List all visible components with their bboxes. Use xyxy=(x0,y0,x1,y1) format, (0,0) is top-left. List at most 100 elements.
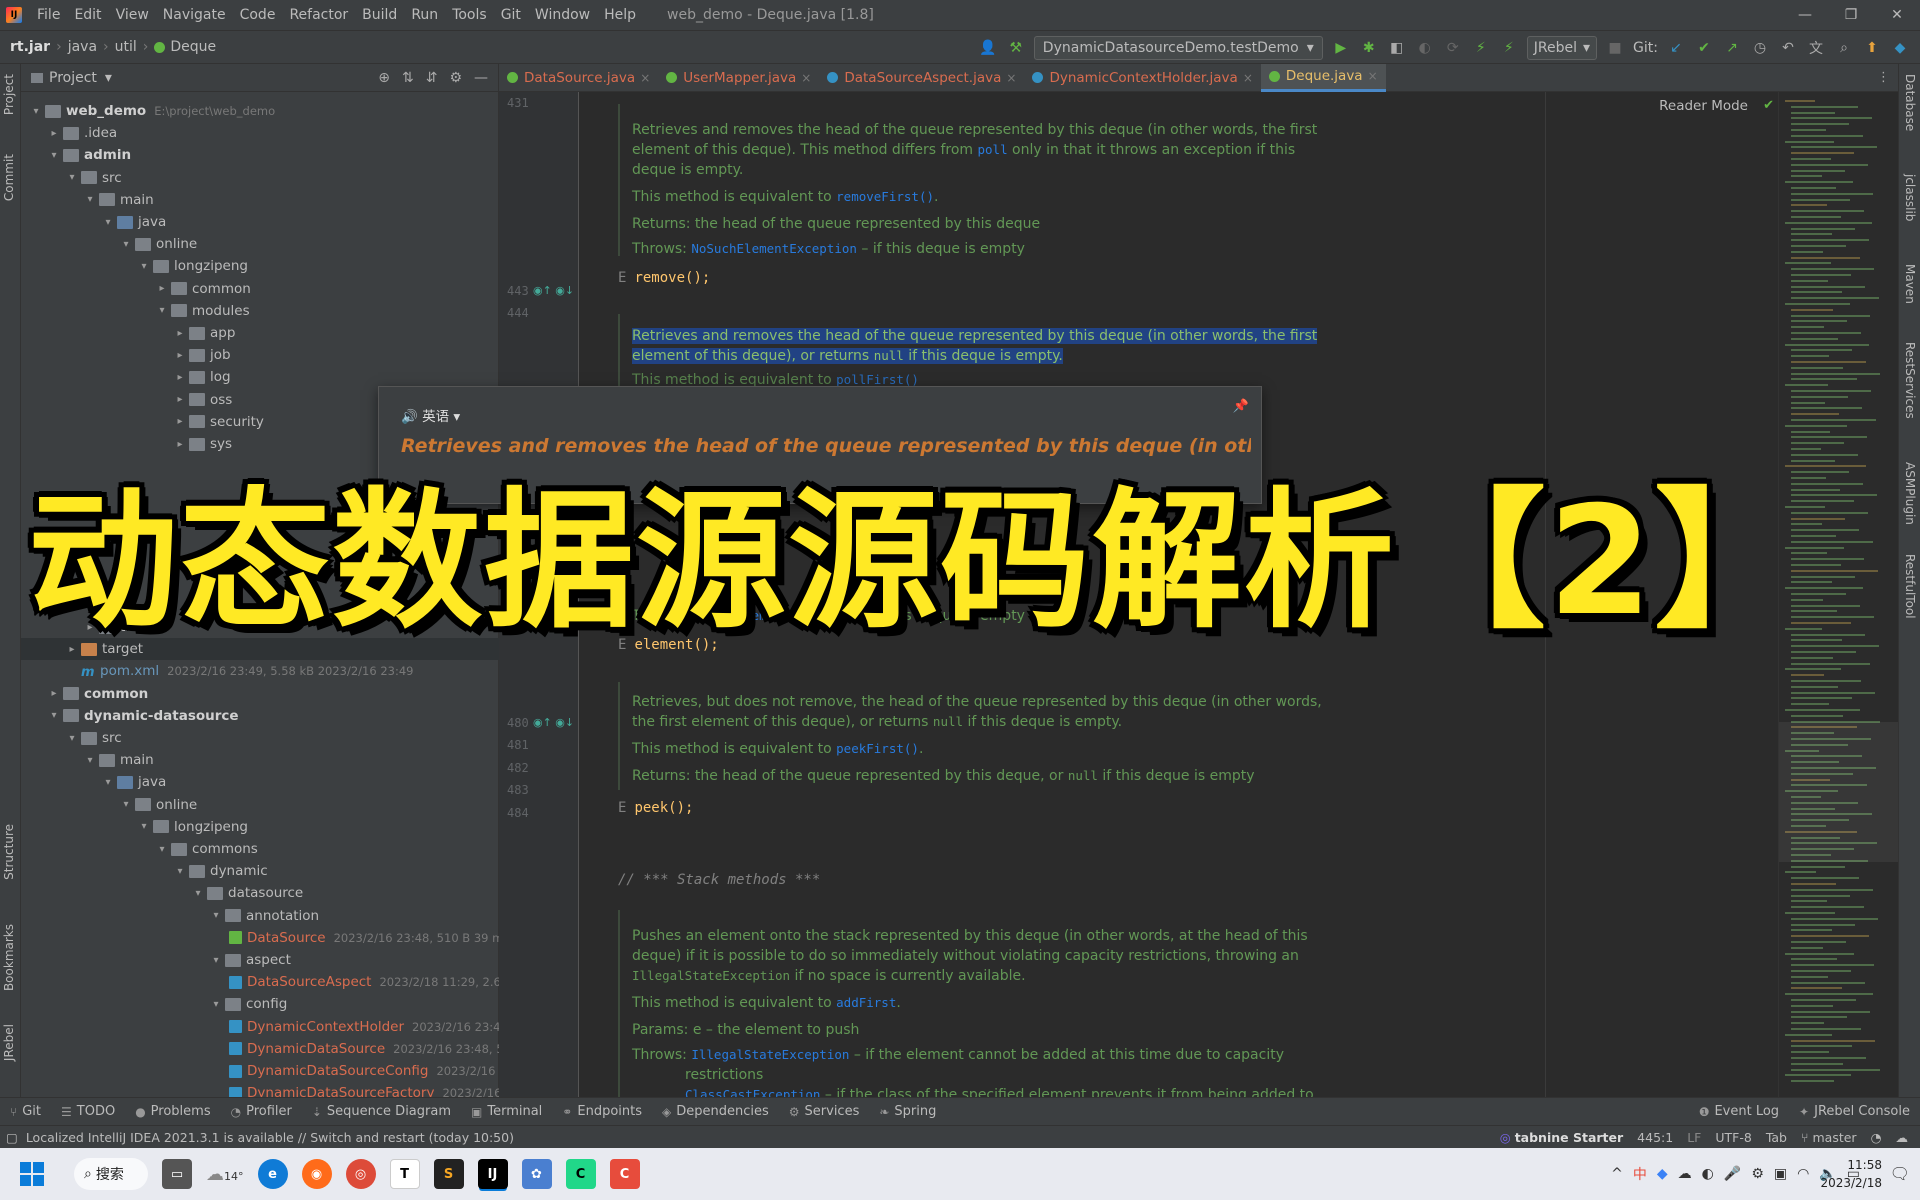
chevron-down-icon[interactable]: ▾ xyxy=(209,999,223,1010)
project-panel-title[interactable]: Project xyxy=(49,70,97,86)
tree-node[interactable]: m pom.xml 2023/2/16 23:49, 5.58 kB 2023/2/… xyxy=(21,660,499,682)
stop-icon[interactable]: ■ xyxy=(1605,38,1625,58)
update-icon[interactable]: ⬆ xyxy=(1862,38,1882,58)
search-icon[interactable]: ⌕ xyxy=(1834,38,1854,58)
close-icon[interactable]: ✕ xyxy=(1874,0,1920,31)
doc-link[interactable]: IllegalStateException xyxy=(691,1047,849,1062)
chevron-down-icon[interactable]: ▾ xyxy=(137,821,151,832)
chevron-down-icon[interactable]: ▾ xyxy=(47,150,61,161)
tree-node[interactable]: ▾ main xyxy=(21,189,499,211)
intellij-logo-icon[interactable]: IJ xyxy=(6,7,22,23)
tree-node[interactable]: ▾ java xyxy=(21,771,499,793)
tool-tab-event-log[interactable]: ❶ Event Log xyxy=(1689,1104,1789,1119)
tool-tab-services[interactable]: ⚙ Services xyxy=(779,1104,870,1119)
method-name[interactable]: remove(); xyxy=(634,270,710,286)
tree-node[interactable]: ▾ online xyxy=(21,233,499,255)
chevron-right-icon[interactable]: ▸ xyxy=(173,350,187,361)
tree-node[interactable]: DynamicDataSourceConfig 2023/2/16 23:5 xyxy=(21,1060,499,1082)
tool-tab-bookmarks[interactable]: Bookmarks xyxy=(2,924,16,991)
chevron-down-icon[interactable]: ▾ xyxy=(101,777,115,788)
tree-node[interactable]: ▾ annotation xyxy=(21,905,499,927)
editor-tab[interactable]: Deque.java × xyxy=(1260,63,1386,92)
git-push-icon[interactable]: ↗ xyxy=(1722,38,1742,58)
tree-node[interactable]: ▾ dynamic xyxy=(21,860,499,882)
doc-link[interactable]: peekFirst() xyxy=(836,741,919,756)
tree-node[interactable]: ▾ java xyxy=(21,211,499,233)
wifi-icon[interactable]: ◠ xyxy=(1797,1166,1809,1182)
tool-tab-problems[interactable]: ● Problems xyxy=(125,1104,220,1119)
tool-tab-project[interactable]: Project xyxy=(2,74,16,115)
breadcrumb-item-deque[interactable]: Deque xyxy=(170,39,216,55)
tray-app-icon[interactable]: ▣ xyxy=(1774,1166,1787,1182)
jrebel-debug-icon[interactable]: ⚡ xyxy=(1499,38,1519,58)
breadcrumb-item-jar[interactable]: rt.jar xyxy=(10,39,50,55)
restore-icon[interactable]: ❐ xyxy=(1828,0,1874,31)
sublime-icon[interactable]: S xyxy=(433,1159,464,1189)
tool-tab-git[interactable]: ⑂ Git xyxy=(0,1104,51,1119)
git-update-icon[interactable]: ↙ xyxy=(1666,38,1686,58)
taskbar-search[interactable]: ⌕ 搜索 xyxy=(74,1158,148,1190)
menu-tools[interactable]: Tools xyxy=(445,0,494,31)
taskbar-clock[interactable]: 11:58 2023/2/18 xyxy=(1820,1156,1882,1192)
tree-node[interactable]: ▾ config xyxy=(21,993,499,1015)
speaker-icon[interactable]: 🔊 xyxy=(401,409,418,425)
memory-indicator-icon[interactable]: ◔ xyxy=(1871,1130,1882,1145)
status-toggle-icon[interactable]: ▢ xyxy=(0,1130,18,1145)
pin-icon[interactable]: 📌 xyxy=(1233,399,1249,414)
chevron-down-icon[interactable]: ▾ xyxy=(83,194,97,205)
file-encoding[interactable]: UTF-8 xyxy=(1715,1130,1751,1145)
doc-link[interactable]: removeFirst() xyxy=(836,189,934,204)
chevron-down-icon[interactable]: ▾ xyxy=(209,910,223,921)
notification-center-icon[interactable]: 🗨 xyxy=(1890,1164,1910,1183)
tree-node[interactable]: ▾ datasource xyxy=(21,882,499,904)
chevron-down-icon[interactable]: ▾ xyxy=(155,844,169,855)
chevron-right-icon[interactable]: ▸ xyxy=(155,283,169,294)
tool-tab-jrebel[interactable]: JRebel xyxy=(2,1024,16,1061)
intellij-taskbar-icon[interactable]: IJ xyxy=(477,1159,508,1189)
reader-mode-toggle[interactable]: Reader Mode xyxy=(1659,98,1748,114)
tree-node[interactable]: ▾ longzipeng xyxy=(21,816,499,838)
tree-node[interactable]: ▾ commons xyxy=(21,838,499,860)
debug-icon[interactable]: ✱ xyxy=(1359,38,1379,58)
doc-link[interactable]: addFirst xyxy=(836,995,896,1010)
menu-view[interactable]: View xyxy=(109,0,156,31)
chevron-down-icon[interactable]: ▾ xyxy=(65,733,79,744)
tray-app-icon[interactable]: ◐ xyxy=(1702,1166,1714,1182)
tree-node[interactable]: ▾ longzipeng xyxy=(21,255,499,277)
tool-tab-database[interactable]: Database xyxy=(1903,74,1917,131)
status-message[interactable]: Localized IntelliJ IDEA 2021.3.1 is avai… xyxy=(18,1130,514,1145)
menu-refactor[interactable]: Refactor xyxy=(282,0,355,31)
profiler-icon[interactable]: ◐ xyxy=(1415,38,1435,58)
user-icon[interactable]: 👤 xyxy=(978,38,998,58)
language-select[interactable]: 🔊 英语 ▾ xyxy=(401,405,460,425)
doc-link[interactable]: pollFirst() xyxy=(836,372,919,387)
tree-node[interactable]: ▾ modules xyxy=(21,300,499,322)
tree-node[interactable]: ▾ main xyxy=(21,749,499,771)
locate-icon[interactable]: ⊕ xyxy=(378,70,390,86)
tool-tab-structure[interactable]: Structure xyxy=(2,824,16,880)
pycharm-icon[interactable]: C xyxy=(565,1159,596,1189)
translate-icon[interactable]: 文 xyxy=(1806,38,1826,58)
indent-setting[interactable]: Tab xyxy=(1766,1130,1787,1145)
chevron-down-icon[interactable]: ▾ xyxy=(173,866,187,877)
tool-tab-maven[interactable]: Maven xyxy=(1903,264,1917,304)
breadcrumb-item-java[interactable]: java xyxy=(68,39,97,55)
ime-icon[interactable]: 中 xyxy=(1633,1164,1647,1184)
menu-file[interactable]: File xyxy=(30,0,67,31)
tray-app-icon[interactable]: ☁ xyxy=(1678,1166,1692,1182)
chevron-down-icon[interactable]: ▾ xyxy=(137,261,151,272)
tool-tab-jrebel-console[interactable]: ✦ JRebel Console xyxy=(1789,1104,1920,1119)
tree-node[interactable]: DynamicContextHolder 2023/2/16 23:48, 1. xyxy=(21,1016,499,1038)
chevron-down-icon[interactable]: ▾ xyxy=(191,888,205,899)
coverage-icon[interactable]: ◧ xyxy=(1387,38,1407,58)
chevron-down-icon[interactable]: ▾ xyxy=(105,70,112,86)
chevron-right-icon[interactable]: ▸ xyxy=(173,372,187,383)
tree-node[interactable]: DataSource 2023/2/16 23:48, 510 B 39 minu xyxy=(21,927,499,949)
menu-git[interactable]: Git xyxy=(494,0,528,31)
run-configuration-select[interactable]: DynamicDatasourceDemo.testDemo ▾ xyxy=(1033,35,1323,60)
tree-node[interactable]: ▾ web_demo E:\project\web_demo xyxy=(21,100,499,122)
notifications-icon[interactable]: ☁ xyxy=(1896,1130,1909,1145)
record-app-icon[interactable]: C xyxy=(609,1159,640,1189)
chevron-down-icon[interactable]: ▾ xyxy=(155,305,169,316)
editor-tab[interactable]: DataSourceAspect.java × xyxy=(819,64,1024,92)
